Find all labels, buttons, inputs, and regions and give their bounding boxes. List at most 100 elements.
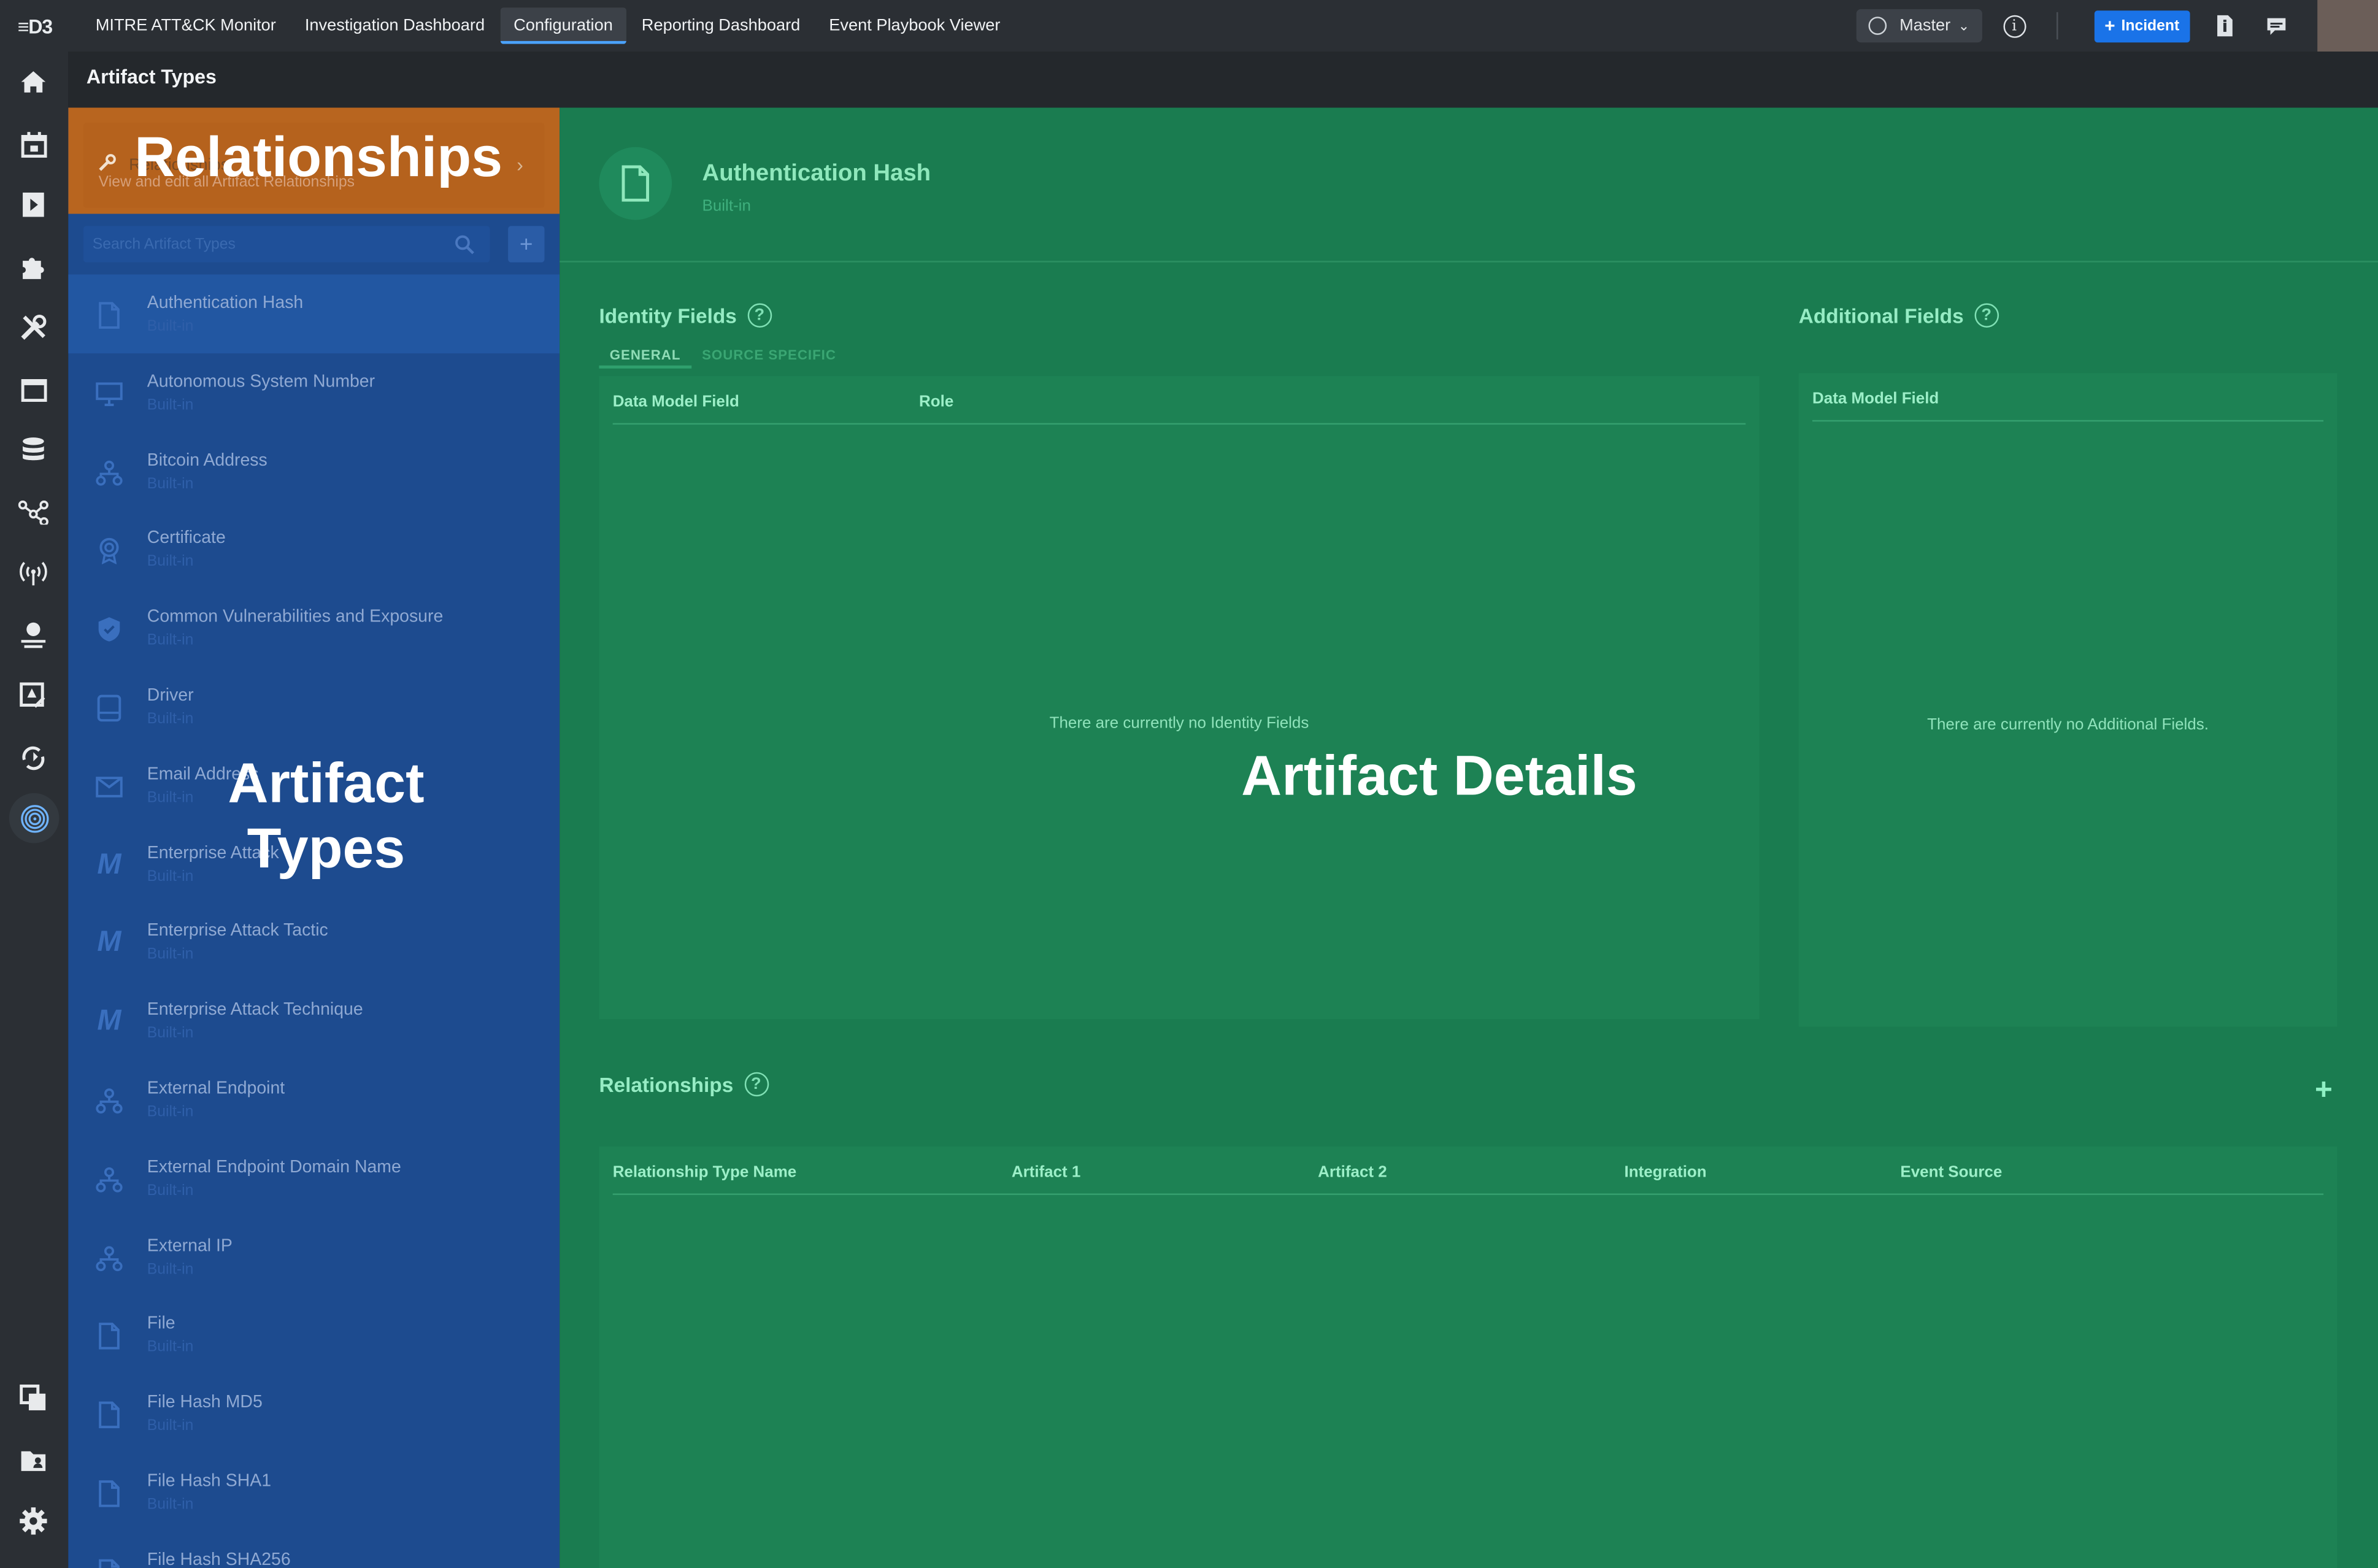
relationships-banner[interactable]: Relationships View and edit all Artifact… bbox=[83, 123, 545, 208]
mitre-icon: M bbox=[97, 848, 121, 881]
artifact-type-item[interactable]: External IP Built-in bbox=[68, 1217, 560, 1296]
user-avatar[interactable] bbox=[2317, 0, 2378, 52]
identity-empty-message: There are currently no Identity Fields bbox=[1049, 714, 1309, 732]
home-icon[interactable] bbox=[17, 65, 50, 98]
tab-source-specific[interactable]: SOURCE SPECIFIC bbox=[691, 344, 847, 369]
help-icon[interactable]: ? bbox=[1974, 303, 1999, 328]
relationships-title: Relationships ? bbox=[599, 1072, 769, 1097]
certificate-icon bbox=[93, 534, 126, 567]
identity-fields-label: Identity Fields bbox=[599, 304, 737, 327]
left-nav bbox=[0, 52, 69, 1568]
search-input[interactable] bbox=[92, 232, 442, 256]
tab-configuration[interactable]: Configuration bbox=[499, 7, 627, 44]
file-icon bbox=[93, 1399, 126, 1432]
artifact-type-subtitle: Built-in bbox=[147, 632, 194, 650]
database-icon[interactable] bbox=[17, 434, 50, 467]
column-artifact-2[interactable]: Artifact 2 bbox=[1318, 1163, 1387, 1182]
column-event-source[interactable]: Event Source bbox=[1900, 1163, 2002, 1182]
master-dropdown[interactable]: Master ⌄ bbox=[1857, 9, 1982, 43]
column-relationship-type-name[interactable]: Relationship Type Name bbox=[613, 1163, 797, 1182]
artifact-type-name: Authentication Hash bbox=[147, 294, 304, 313]
chat-icon[interactable] bbox=[2266, 15, 2287, 37]
additional-fields-table: Data Model Field There are currently no … bbox=[1798, 373, 2338, 1027]
identity-fields-title: Identity Fields ? bbox=[599, 303, 772, 328]
puzzle-icon[interactable] bbox=[17, 250, 50, 283]
search-icon[interactable] bbox=[453, 234, 475, 255]
artifact-type-name: Common Vulnerabilities and Exposure bbox=[147, 608, 444, 627]
artifact-type-item[interactable]: Autonomous System Number Built-in bbox=[68, 353, 560, 431]
artifact-type-name: External IP bbox=[147, 1237, 233, 1255]
column-integration[interactable]: Integration bbox=[1625, 1163, 1707, 1182]
artifact-type-item[interactable]: External Endpoint Built-in bbox=[68, 1060, 560, 1139]
artifact-type-name: File Hash MD5 bbox=[147, 1394, 263, 1412]
graph-icon[interactable] bbox=[17, 496, 50, 529]
add-artifact-type-button[interactable]: + bbox=[508, 226, 545, 263]
table-header: Relationship Type Name Artifact 1 Artifa… bbox=[612, 1147, 2324, 1195]
artifact-type-item[interactable]: Certificate Built-in bbox=[68, 510, 560, 589]
artifact-type-item[interactable]: Authentication Hash Built-in bbox=[68, 274, 560, 353]
calendar-icon[interactable] bbox=[17, 373, 50, 406]
tab-general[interactable]: GENERAL bbox=[599, 344, 691, 369]
gear-icon[interactable] bbox=[17, 1504, 50, 1537]
network-icon bbox=[93, 1084, 126, 1117]
artifact-type-subtitle: Built-in bbox=[147, 1339, 194, 1356]
column-data-model-field[interactable]: Data Model Field bbox=[1812, 390, 1939, 408]
d3-logo[interactable]: ≡D3 bbox=[0, 0, 70, 52]
artifact-type-item[interactable]: File Hash MD5 Built-in bbox=[68, 1374, 560, 1453]
artifact-type-item[interactable]: Email Address Built-in bbox=[68, 746, 560, 824]
artifact-type-subtitle: Built-in bbox=[147, 1104, 194, 1121]
search-box bbox=[83, 226, 490, 263]
shield-icon bbox=[93, 613, 126, 646]
column-role[interactable]: Role bbox=[919, 393, 953, 411]
antenna-icon[interactable] bbox=[17, 556, 50, 590]
artifact-type-subtitle: Built-in bbox=[147, 790, 194, 807]
incident-label: Incident bbox=[2121, 17, 2180, 34]
help-icon[interactable]: ? bbox=[744, 1072, 769, 1097]
file-icon bbox=[599, 147, 672, 220]
relationships-banner-subtitle: View and edit all Artifact Relationships bbox=[98, 174, 355, 191]
chevron-down-icon: ⌄ bbox=[1958, 17, 1970, 33]
new-incident-button[interactable]: + Incident bbox=[2093, 10, 2190, 42]
plus-icon: + bbox=[2104, 15, 2115, 37]
copy-icon[interactable] bbox=[17, 1382, 50, 1415]
tools-icon[interactable] bbox=[17, 311, 50, 344]
artifact-title: Authentication Hash bbox=[702, 161, 931, 187]
table-header: Data Model Field bbox=[1812, 373, 2324, 422]
artifact-type-name: Email Address bbox=[147, 765, 259, 784]
artifact-type-item[interactable]: M Enterprise Attack Technique Built-in bbox=[68, 982, 560, 1060]
fingerprint-icon[interactable] bbox=[9, 793, 60, 844]
calendar-event-icon[interactable] bbox=[17, 128, 50, 161]
artifact-type-item[interactable]: Bitcoin Address Built-in bbox=[68, 432, 560, 510]
add-relationship-button[interactable]: + bbox=[2315, 1074, 2333, 1109]
artifact-type-subtitle: Built-in bbox=[147, 947, 194, 964]
report-icon[interactable] bbox=[17, 679, 50, 712]
wrench-icon bbox=[99, 154, 116, 171]
document-info-icon[interactable] bbox=[2214, 15, 2236, 37]
folder-user-icon[interactable] bbox=[17, 1443, 50, 1477]
artifact-type-item[interactable]: Driver Built-in bbox=[68, 667, 560, 746]
tab-event-playbook-viewer[interactable]: Event Playbook Viewer bbox=[815, 7, 1014, 44]
nav-tabs: MITRE ATT&CK Monitor Investigation Dashb… bbox=[82, 0, 1015, 52]
artifact-type-item[interactable]: File Hash SHA256Built-in bbox=[68, 1531, 560, 1568]
relationships-banner-title: Relationships bbox=[129, 156, 229, 175]
playbook-icon[interactable] bbox=[17, 188, 50, 221]
artifact-type-item[interactable]: External Endpoint Domain Name Built-in bbox=[68, 1139, 560, 1217]
help-icon[interactable]: ? bbox=[747, 303, 772, 328]
artifact-type-name: Enterprise Attack bbox=[147, 844, 279, 863]
artifact-type-item[interactable]: Common Vulnerabilities and Exposure Built… bbox=[68, 589, 560, 667]
tab-investigation-dashboard[interactable]: Investigation Dashboard bbox=[291, 7, 499, 44]
column-data-model-field[interactable]: Data Model Field bbox=[613, 393, 739, 411]
column-artifact-1[interactable]: Artifact 1 bbox=[1012, 1163, 1081, 1182]
mitre-icon: M bbox=[97, 1005, 121, 1038]
sync-icon[interactable] bbox=[17, 742, 50, 775]
info-icon[interactable]: i bbox=[2003, 14, 2026, 37]
artifact-type-item[interactable]: M Enterprise Attack Built-in bbox=[68, 824, 560, 903]
artifact-type-item[interactable]: File Built-in bbox=[68, 1296, 560, 1374]
tab-reporting-dashboard[interactable]: Reporting Dashboard bbox=[628, 7, 814, 44]
artifact-type-name: Enterprise Attack Tactic bbox=[147, 922, 328, 941]
artifact-type-item[interactable]: M Enterprise Attack Tactic Built-in bbox=[68, 903, 560, 982]
artifact-type-item[interactable]: File Hash SHA1 Built-in bbox=[68, 1453, 560, 1531]
artifact-header: Authentication Hash Built-in bbox=[560, 108, 2378, 263]
tab-mitre-attack-monitor[interactable]: MITRE ATT&CK Monitor bbox=[82, 7, 290, 44]
threat-intel-icon[interactable] bbox=[17, 619, 50, 652]
